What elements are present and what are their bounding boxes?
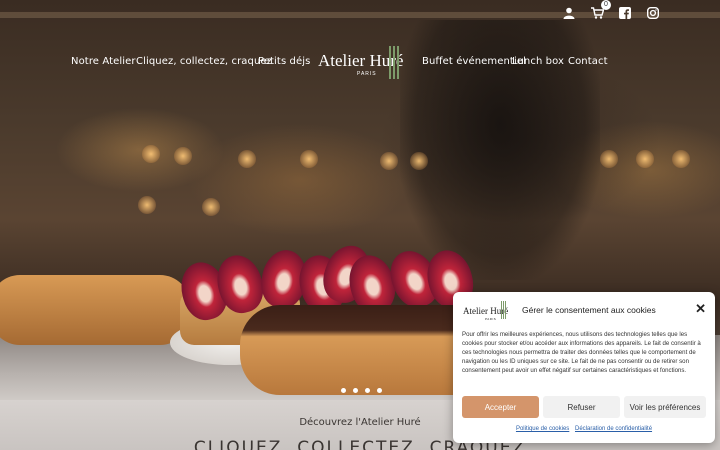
cookie-links: Politique de cookies Déclaration de conf…: [453, 426, 715, 432]
slider-dot[interactable]: [365, 388, 370, 393]
cart-icon[interactable]: 0: [590, 0, 611, 20]
accept-button[interactable]: Accepter: [462, 396, 539, 418]
cart-count-badge: 0: [601, 0, 611, 10]
slider-dot[interactable]: [353, 388, 358, 393]
cookie-consent-dialog: Atelier Huré PARIS Gérer le consentement…: [453, 292, 715, 443]
privacy-statement-link[interactable]: Déclaration de confidentialité: [575, 426, 652, 432]
site-logo[interactable]: Atelier Huré PARIS: [318, 46, 408, 86]
facebook-icon[interactable]: [618, 6, 632, 20]
nav-item-contact[interactable]: Contact: [568, 56, 608, 67]
slider-dots: [341, 388, 382, 393]
slider-dot[interactable]: [341, 388, 346, 393]
close-icon[interactable]: ✕: [695, 302, 706, 315]
slider-dot[interactable]: [377, 388, 382, 393]
cookie-policy-link[interactable]: Politique de cookies: [516, 426, 569, 432]
cookie-logo-city: PARIS: [485, 317, 497, 321]
refuse-button[interactable]: Refuser: [543, 396, 620, 418]
nav-item-petits-dejs[interactable]: Petits déjs: [258, 56, 310, 67]
cookie-logo: Atelier Huré PARIS: [463, 301, 509, 323]
nav-item-lunch-box[interactable]: Lunch box: [512, 56, 564, 67]
user-icon[interactable]: [562, 6, 576, 20]
instagram-icon[interactable]: [646, 6, 660, 20]
cookie-body-text: Pour offrir les meilleures expériences, …: [462, 331, 701, 374]
preferences-button[interactable]: Voir les préférences: [624, 396, 706, 418]
nav-item-buffet[interactable]: Buffet événementiel: [422, 56, 526, 67]
header-icons: 0: [562, 0, 660, 20]
nav-item-cliquez-collectez[interactable]: Cliquez, collectez, craquez: [136, 56, 272, 67]
logo-city: PARIS: [357, 71, 377, 77]
pastry-eclair: [0, 275, 190, 345]
nav-item-notre-atelier[interactable]: Notre Atelier: [71, 56, 136, 67]
cookie-title: Gérer le consentement aux cookies: [522, 305, 656, 315]
